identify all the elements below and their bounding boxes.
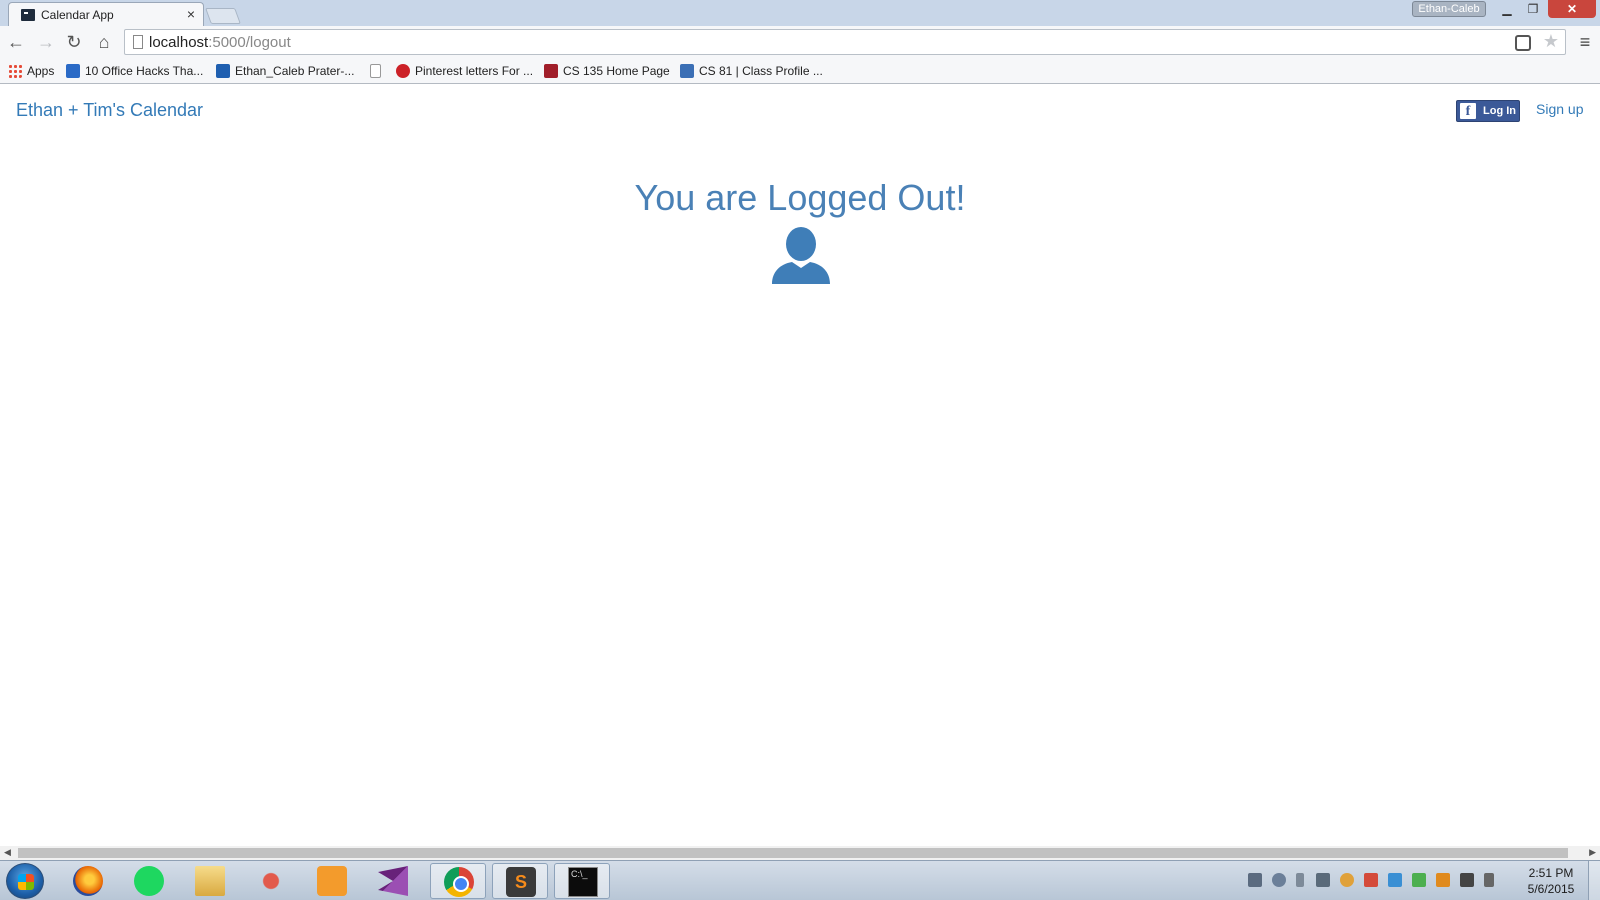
tab-close-icon[interactable]: × [187,6,195,22]
home-icon[interactable]: ⌂ [92,30,116,54]
show-desktop-button[interactable] [1588,861,1600,900]
bookmark-blank[interactable] [370,62,386,80]
bookmark-outlook[interactable]: Ethan_Caleb Prater-... [216,62,354,80]
taskbar-chrome[interactable] [430,863,486,899]
taskbar-visual-studio[interactable] [365,863,421,899]
extension-icon[interactable] [1515,35,1531,51]
back-arrow-icon[interactable]: ← [4,30,28,54]
antivirus-icon[interactable] [1364,873,1378,887]
signup-link[interactable]: Sign up [1536,101,1583,117]
office-icon [66,64,80,78]
page-info-icon[interactable] [133,35,143,49]
bookmark-label: CS 81 | Class Profile ... [699,64,823,78]
chrome-icon [444,867,474,897]
spotify-icon [134,866,164,896]
signal-icon[interactable] [1316,873,1330,887]
url-text: localhost:5000/logout [149,34,291,51]
clock-time: 2:51 PM [1528,866,1574,880]
taskbar-firefox[interactable] [60,863,116,899]
new-tab-button[interactable] [205,8,241,24]
reload-icon[interactable]: ↻ [62,30,86,54]
tools-icon[interactable] [1460,873,1474,887]
horizontal-scrollbar[interactable]: ◀ ▶ [0,846,1600,860]
command-prompt-icon: C:\_ [568,867,598,897]
maximize-icon[interactable]: ❐ [1520,0,1546,18]
url-path: :5000/logout [208,34,291,51]
window-close-icon[interactable]: ✕ [1548,0,1596,18]
minimize-icon[interactable]: ▁ [1494,0,1520,18]
tab-title: Calendar App [41,8,114,22]
scrollbar-thumb[interactable] [18,848,1568,858]
battery-icon[interactable] [1296,873,1304,887]
pinterest-icon [396,64,410,78]
bookmark-label: Apps [27,64,55,78]
facebook-icon: f [1460,103,1476,119]
clock-date: 5/6/2015 [1527,882,1575,896]
brand-link[interactable]: Ethan + Tim's Calendar [16,100,203,121]
bookmark-label: CS 135 Home Page [563,64,670,78]
dropbox-icon[interactable] [1388,873,1402,887]
taskbar-cmd[interactable]: C:\_ [554,863,610,899]
user-icon [772,227,830,284]
facebook-login-button[interactable]: f Log In [1456,100,1520,122]
file-explorer-icon [195,866,225,896]
browser-titlebar: Calendar App × Ethan-Caleb ▁ ❐ ✕ [0,0,1600,26]
taskbar-git[interactable] [243,863,299,899]
visual-studio-icon [378,866,408,896]
media-player-icon [317,866,347,896]
page-content: Ethan + Tim's Calendar f Log In Sign up … [0,85,1600,846]
facebook-login-label: Log In [1483,105,1516,117]
bookmark-cs135[interactable]: CS 135 Home Page [544,62,670,80]
start-button[interactable] [6,863,44,899]
bookmark-star-icon[interactable]: ★ [1543,31,1559,52]
scroll-left-icon[interactable]: ◀ [4,847,11,858]
check-icon[interactable] [1412,873,1426,887]
bookmark-label: 10 Office Hacks Tha... [85,64,204,78]
bookmark-cs81[interactable]: CS 81 | Class Profile ... [680,62,823,80]
system-tray [1248,873,1508,889]
forward-arrow-icon[interactable]: → [34,30,58,54]
blank-page-icon [370,64,381,78]
tab-calendar-app[interactable]: Calendar App × [8,2,204,26]
bookmark-label: Ethan_Caleb Prater-... [235,64,355,78]
firefox-icon [73,866,103,896]
tray-app-icon[interactable] [1340,873,1354,887]
bookmark-label: Pinterest letters For ... [415,64,534,78]
chrome-menu-icon[interactable]: ≡ [1576,32,1594,52]
terminal-favicon-icon [21,9,35,21]
course-icon [544,64,558,78]
git-icon [256,866,286,896]
address-bar[interactable]: localhost:5000/logout ★ [124,29,1566,55]
system-clock[interactable]: 2:51 PM 5/6/2015 [1516,865,1586,897]
page-title: You are Logged Out! [634,177,966,218]
apps-grid-icon [8,64,22,78]
bookmark-apps[interactable]: Apps [8,62,54,80]
taskbar-media-player[interactable] [304,863,360,899]
bookmark-pinterest[interactable]: Pinterest letters For ... [396,62,533,80]
scroll-right-icon[interactable]: ▶ [1589,847,1596,858]
outlook-icon [216,64,230,78]
volume-icon[interactable] [1248,873,1262,887]
windows-logo-icon [18,874,34,890]
bookmarks-bar: Apps 10 Office Hacks Tha... Ethan_Caleb … [0,58,1600,84]
taskbar-spotify[interactable] [121,863,177,899]
bookmark-office-hacks[interactable]: 10 Office Hacks Tha... [66,62,203,80]
action-center-flag-icon[interactable] [1484,873,1494,887]
profile-button[interactable]: Ethan-Caleb [1412,1,1486,17]
update-icon[interactable] [1436,873,1450,887]
taskbar-sublime[interactable]: S [492,863,548,899]
network-icon[interactable] [1272,873,1286,887]
taskbar-explorer[interactable] [182,863,238,899]
sublime-text-icon: S [506,867,536,897]
browser-toolbar: ← → ↻ ⌂ localhost:5000/logout ★ ≡ [0,26,1600,58]
taskbar: S C:\_ 2:51 PM 5/6/2015 [0,860,1600,900]
url-host: localhost [149,34,209,51]
piazza-icon [680,64,694,78]
